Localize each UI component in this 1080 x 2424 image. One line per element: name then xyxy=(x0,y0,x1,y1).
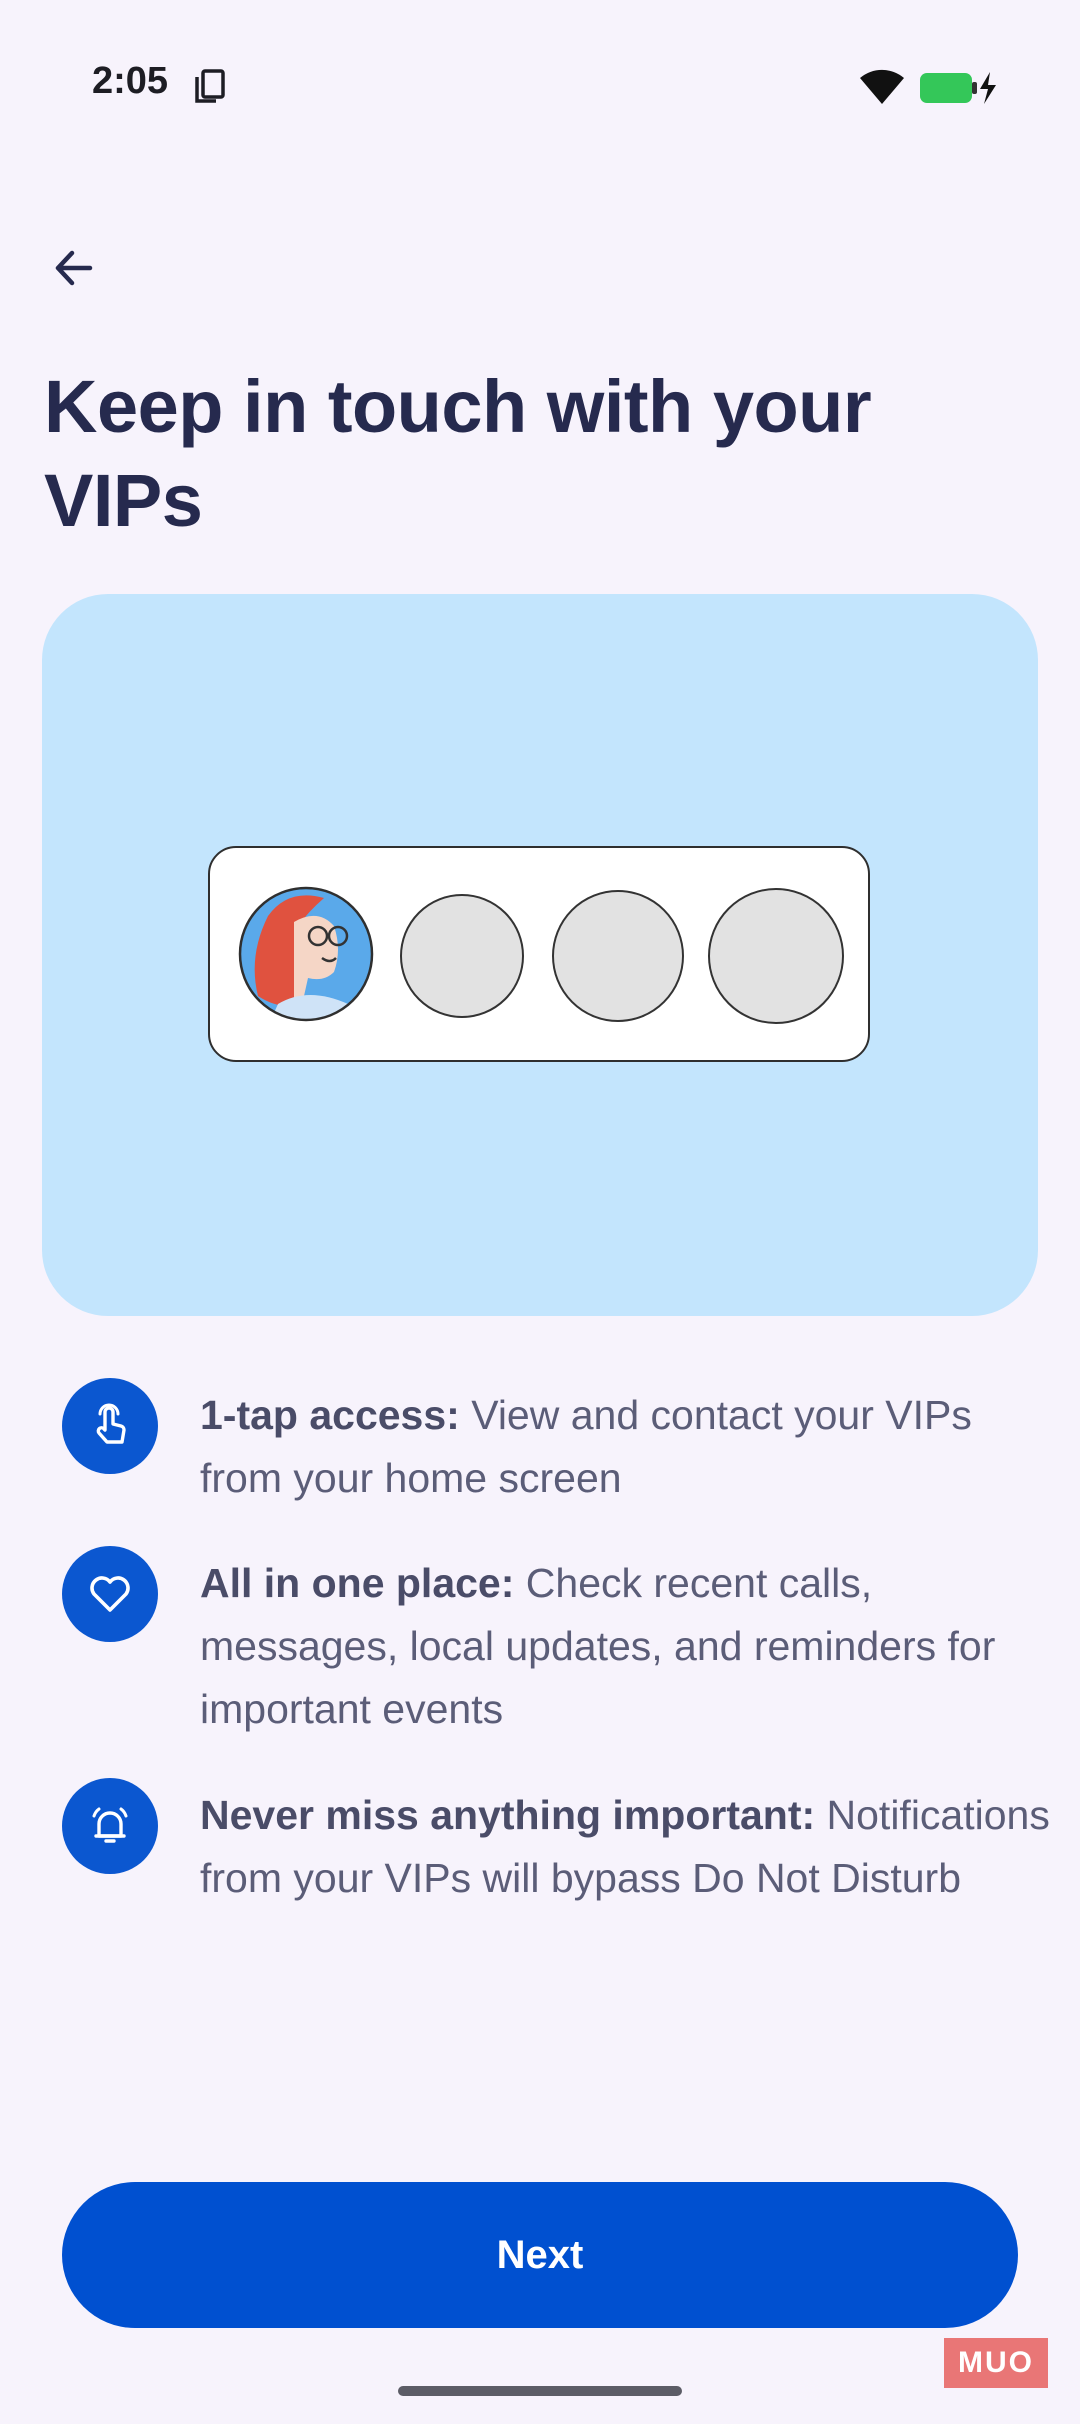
watermark-logo: MUO xyxy=(944,2338,1048,2388)
page-title: Keep in touch with your VIPs xyxy=(44,365,872,542)
feature-text: 1-tap access: View and contact your VIPs… xyxy=(200,1384,1060,1510)
heart-icon xyxy=(62,1546,158,1642)
tap-hand-icon xyxy=(62,1378,158,1474)
hero-illustration xyxy=(42,594,1038,1316)
next-button[interactable]: Next xyxy=(62,2182,1018,2328)
vip-empty-slot xyxy=(708,888,844,1024)
back-button[interactable] xyxy=(38,232,110,304)
status-time: 2:05 xyxy=(92,60,169,102)
status-bar: 2:05 xyxy=(0,0,1080,170)
home-indicator[interactable] xyxy=(398,2386,682,2396)
vip-avatar xyxy=(238,886,374,1022)
battery-charging-icon xyxy=(920,72,996,104)
feature-heading: 1-tap access: xyxy=(200,1392,460,1438)
feature-heading: Never miss anything important: xyxy=(200,1792,816,1838)
vip-empty-slot xyxy=(552,890,684,1022)
arrow-left-icon xyxy=(55,250,93,286)
feature-heading: All in one place: xyxy=(200,1560,515,1606)
copy-icon xyxy=(195,69,225,103)
feature-text: All in one place: Check recent calls, me… xyxy=(200,1552,1060,1741)
vip-widget-preview xyxy=(208,846,870,1062)
notification-bell-icon xyxy=(62,1778,158,1874)
wifi-icon xyxy=(860,69,904,104)
vip-empty-slot xyxy=(400,894,524,1018)
feature-text: Never miss anything important: Notificat… xyxy=(200,1784,1060,1910)
